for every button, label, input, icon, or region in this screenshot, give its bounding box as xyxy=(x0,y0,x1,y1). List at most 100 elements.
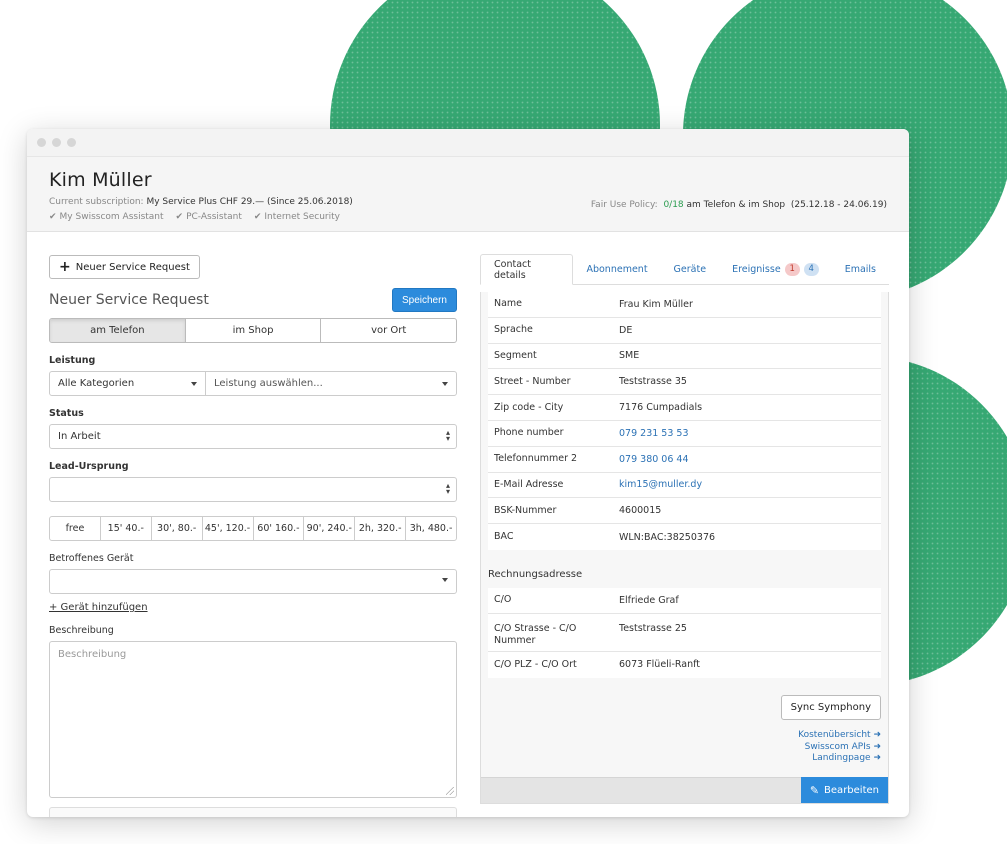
channel-shop[interactable]: im Shop xyxy=(186,319,322,342)
external-links: Kostenübersicht ➜ Swisscom APIs ➜ Landin… xyxy=(798,730,881,765)
check-icon: ✔ xyxy=(253,212,262,222)
phone2-link[interactable]: 079 380 06 44 xyxy=(619,454,875,465)
duration-option[interactable]: 45', 120.- xyxy=(203,517,254,540)
contact-table: Name Frau Kim Müller Sprache DE Segment SME… xyxy=(488,292,881,550)
updown-arrows-icon: ▴ ▾ xyxy=(445,428,450,443)
customer-header: Kim Müller Current subscription: My Serv… xyxy=(27,157,909,232)
tab-ereignisse[interactable]: Ereignisse 1 4 xyxy=(719,254,832,284)
check-icon: ✔ xyxy=(49,212,57,222)
subscription-label: Current subscription: xyxy=(49,197,144,207)
status-label: Status xyxy=(49,408,84,419)
duration-option[interactable]: 30', 80.- xyxy=(152,517,203,540)
email-link[interactable]: kim15@muller.dy xyxy=(619,479,875,490)
billing-table: C/O Elfriede Graf C/O Strasse - C/O Numme… xyxy=(488,587,881,678)
check-icon: ✔ xyxy=(175,212,184,222)
fup-text: am Telefon & im Shop xyxy=(686,200,786,210)
tab-emails[interactable]: Emails xyxy=(832,254,889,284)
window-titlebar xyxy=(27,129,909,157)
leistung-selects: Alle Kategorien Leistung auswählen... xyxy=(49,371,457,396)
subscription-value: My Service Plus CHF 29.— (Since 25.06.20… xyxy=(146,197,353,207)
edit-button[interactable]: ✎ Bearbeiten xyxy=(800,777,888,803)
channel-phone[interactable]: am Telefon xyxy=(50,319,186,342)
chevron-down-icon xyxy=(442,382,448,386)
panel-footer: ✎ Bearbeiten xyxy=(481,777,888,803)
table-row: BSK-Nummer 4600015 xyxy=(488,498,881,525)
window-zoom-dot[interactable] xyxy=(67,138,76,147)
chevron-down-icon xyxy=(442,578,448,582)
events-badge-red: 1 xyxy=(784,262,800,276)
events-badge-blue: 4 xyxy=(803,262,819,276)
description-textarea[interactable]: Beschreibung xyxy=(49,641,457,798)
feature-item: ✔ Internet Security xyxy=(253,212,340,222)
pencil-icon: ✎ xyxy=(809,783,820,797)
customer-name: Kim Müller xyxy=(49,169,152,191)
duration-option[interactable]: 90', 240.- xyxy=(304,517,356,540)
fup-label: Fair Use Policy: xyxy=(590,200,658,210)
tab-geraete[interactable]: Geräte xyxy=(661,254,720,284)
duration-option[interactable]: 15' 40.- xyxy=(101,517,152,540)
tab-abonnement[interactable]: Abonnement xyxy=(573,254,660,284)
duration-option[interactable]: 2h, 320.- xyxy=(355,517,407,540)
billing-address-title: Rechnungsadresse xyxy=(488,568,583,580)
add-device-link[interactable]: + Gerät hinzufügen xyxy=(49,602,148,613)
fair-use-policy: Fair Use Policy: 0/18 am Telefon & im Sh… xyxy=(591,200,887,210)
swisscom-apis-link[interactable]: Swisscom APIs ➜ xyxy=(798,742,881,754)
channel-selector: am Telefon im Shop vor Ort xyxy=(49,318,457,343)
feature-list: ✔ My Swisscom Assistant ✔ PC-Assistant ✔ In… xyxy=(49,212,887,222)
landingpage-link[interactable]: Landingpage ➜ xyxy=(798,753,881,765)
arrow-right-icon: ➜ xyxy=(873,753,881,763)
table-row: C/O Elfriede Graf xyxy=(488,588,881,614)
window-minimize-dot[interactable] xyxy=(52,138,61,147)
arrow-right-icon: ➜ xyxy=(873,730,881,740)
window-close-dot[interactable] xyxy=(37,138,46,147)
table-row: Sprache DE xyxy=(488,318,881,344)
channel-onsite[interactable]: vor Ort xyxy=(321,319,456,342)
service-request-form: + Neuer Service Request Neuer Service Re… xyxy=(49,255,457,817)
description-label: Beschreibung xyxy=(49,625,114,636)
feature-item: ✔ PC-Assistant xyxy=(175,212,242,222)
plus-icon: + xyxy=(59,259,71,275)
table-row: Segment SME xyxy=(488,344,881,370)
fup-count: 0/18 xyxy=(663,200,684,210)
details-tabs: Contact details Abonnement Geräte Ereign… xyxy=(480,254,889,285)
resize-handle-icon[interactable] xyxy=(446,787,454,795)
arrow-right-icon: ➜ xyxy=(873,741,881,752)
lead-origin-label: Lead-Ursprung xyxy=(49,461,129,472)
device-select[interactable] xyxy=(49,569,457,594)
new-service-request-button[interactable]: + Neuer Service Request xyxy=(49,255,200,279)
duration-option[interactable]: free xyxy=(50,517,101,540)
leistung-label: Leistung xyxy=(49,355,96,366)
form-title-row: Neuer Service Request Speichern xyxy=(49,288,457,312)
table-row: Telefonnummer 2 079 380 06 44 xyxy=(488,447,881,473)
table-row: E-Mail Adresse kim15@muller.dy xyxy=(488,473,881,499)
table-row: BAC WLN:BAC:38250376 xyxy=(494,531,716,543)
table-row: Street - Number Teststrasse 35 xyxy=(488,369,881,396)
next-field-box xyxy=(49,807,457,817)
cost-overview-link[interactable]: Kostenübersicht ➜ xyxy=(798,730,881,742)
table-row: Phone number 079 231 53 53 xyxy=(488,421,881,447)
sync-symphony-button[interactable]: Sync Symphony xyxy=(780,695,881,720)
duration-option[interactable]: 3h, 480.- xyxy=(406,517,456,540)
category-select[interactable]: Alle Kategorien xyxy=(50,372,206,395)
tab-contact-details[interactable]: Contact details xyxy=(480,254,574,285)
lead-origin-select[interactable]: ▴ ▾ xyxy=(49,477,457,502)
table-row: C/O Strasse - C/O Nummer Teststrasse 25 xyxy=(488,614,881,652)
table-row: C/O PLZ - C/O Ort 6073 Flüeli-Ranft xyxy=(494,658,701,671)
table-row: Zip code - City 7176 Cumpadials xyxy=(488,395,881,421)
save-button[interactable]: Speichern xyxy=(391,288,457,312)
status-select[interactable]: In Arbeit ▴ ▾ xyxy=(49,424,457,449)
phone-link[interactable]: 079 231 53 53 xyxy=(619,428,875,439)
updown-arrows-icon: ▴ ▾ xyxy=(445,481,450,496)
chevron-down-icon xyxy=(191,382,197,386)
form-title: Neuer Service Request xyxy=(49,292,209,308)
fup-period: (25.12.18 - 24.06.19) xyxy=(790,200,887,210)
duration-selector: free 15' 40.- 30', 80.- 45', 120.- 60' 1… xyxy=(49,516,457,541)
device-label: Betroffenes Gerät xyxy=(49,553,134,564)
customer-details-panel: Contact details Abonnement Geräte Ereign… xyxy=(480,254,889,804)
duration-option[interactable]: 60' 160.- xyxy=(254,517,305,540)
table-row: Name Frau Kim Müller xyxy=(488,292,881,318)
leistung-select[interactable]: Leistung auswählen... xyxy=(206,372,456,395)
feature-item: ✔ My Swisscom Assistant xyxy=(49,212,164,222)
contact-panel: Name Frau Kim Müller Sprache DE Segment SME… xyxy=(480,292,889,804)
app-window: Kim Müller Current subscription: My Serv… xyxy=(27,129,909,817)
